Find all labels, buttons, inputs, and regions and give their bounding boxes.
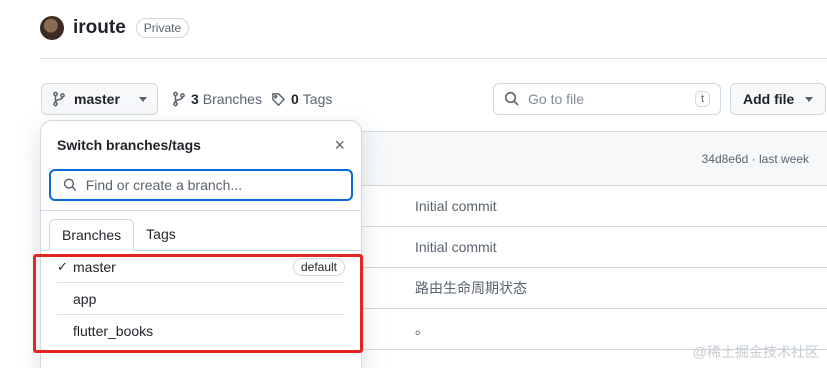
latest-commit-text[interactable]: 34d8e6d · last week: [702, 152, 809, 166]
commit-message[interactable]: 。: [415, 319, 429, 339]
close-icon[interactable]: ×: [334, 135, 345, 156]
branches-link[interactable]: 3 Branches: [172, 91, 262, 107]
tab-tags[interactable]: Tags: [134, 218, 188, 250]
go-to-file-input[interactable]: Go to file t: [493, 83, 721, 115]
header-divider: [40, 58, 827, 59]
add-file-button[interactable]: Add file: [730, 83, 826, 115]
file-row[interactable]: Initial commit: [361, 186, 827, 227]
tags-link[interactable]: 0 Tags: [271, 91, 332, 107]
tags-label: Tags: [302, 91, 333, 107]
file-row[interactable]: 路由生命周期状态: [361, 268, 827, 309]
commit-message[interactable]: Initial commit: [415, 239, 497, 255]
branch-search-field[interactable]: [49, 169, 353, 201]
commit-message[interactable]: 路由生命周期状态: [415, 278, 527, 298]
highlight-box: [33, 254, 363, 353]
avatar[interactable]: [40, 16, 64, 40]
search-icon: [504, 91, 519, 106]
go-to-file-placeholder: Go to file: [528, 91, 585, 107]
shortcut-key: t: [694, 91, 710, 107]
search-icon: [63, 178, 77, 192]
watermark: @稀土掘金技术社区: [692, 344, 819, 360]
branch-search-input[interactable]: [85, 177, 339, 193]
branch-select-button[interactable]: master: [41, 83, 158, 115]
dropdown-title: Switch branches/tags: [57, 137, 201, 153]
repo-header: iroute Private: [40, 14, 190, 42]
repo-name[interactable]: iroute: [73, 17, 126, 39]
dropdown-tabs: Branches Tags: [41, 211, 361, 251]
add-file-label: Add file: [743, 91, 795, 107]
branches-label: Branches: [202, 91, 262, 107]
file-row[interactable]: Initial commit: [361, 227, 827, 268]
branches-count: 3: [191, 91, 199, 107]
tags-count: 0: [291, 91, 299, 107]
commit-message[interactable]: Initial commit: [415, 198, 497, 214]
chevron-down-icon: [805, 96, 813, 102]
tag-icon: [272, 92, 286, 106]
visibility-badge: Private: [135, 18, 190, 38]
branch-select-label: master: [74, 91, 120, 107]
latest-commit-bar: 34d8e6d · last week: [361, 132, 827, 186]
chevron-down-icon: [139, 96, 147, 102]
git-branch-icon: [173, 91, 185, 107]
tab-branches[interactable]: Branches: [49, 219, 135, 251]
git-branch-icon: [53, 91, 65, 107]
dropdown-header: Switch branches/tags ×: [41, 121, 361, 169]
file-table: 34d8e6d · last week Initial commit Initi…: [360, 131, 827, 368]
